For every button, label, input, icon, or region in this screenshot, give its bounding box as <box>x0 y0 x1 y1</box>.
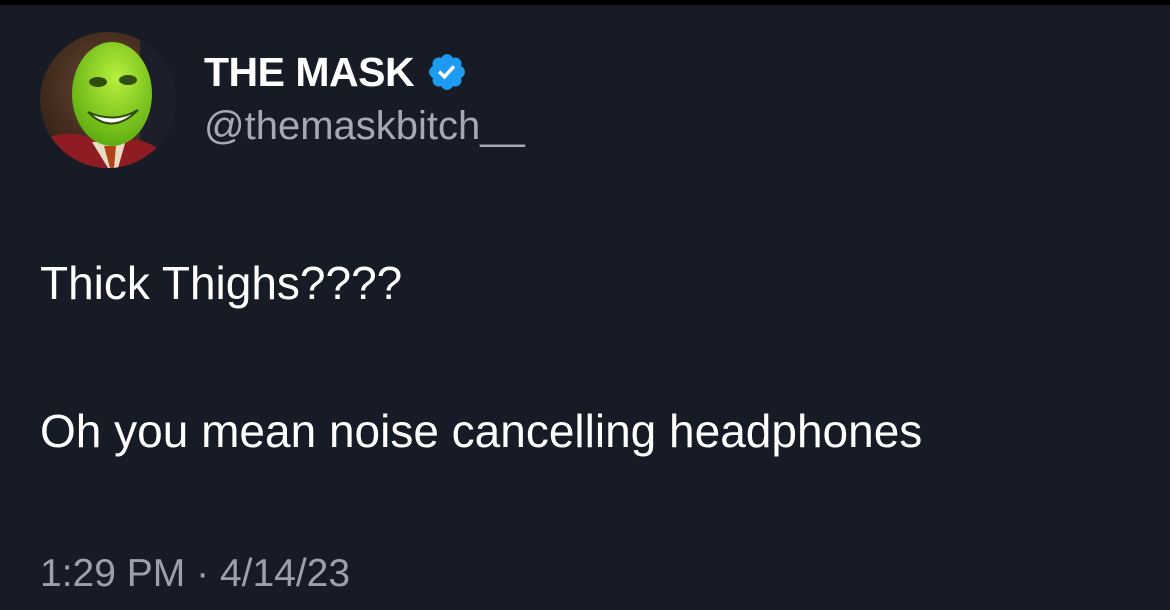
tweet-timestamp[interactable]: 1:29 PM · 4/14/23 <box>40 552 350 596</box>
tweet-date: 4/14/23 <box>219 552 351 595</box>
timestamp-separator: · <box>196 552 210 595</box>
verified-badge-icon <box>426 51 468 93</box>
tweet-text-line-2: Oh you mean noise cancelling headphones <box>40 405 923 457</box>
profile-avatar[interactable] <box>40 32 176 168</box>
tweet-text-line-1: Thick Thighs???? <box>40 257 403 309</box>
author-name-row: THE MASK <box>204 48 468 96</box>
tweet-time: 1:29 PM <box>40 552 186 595</box>
tweet-card: THE MASK @themaskbitch__ Thick Thighs???… <box>0 0 1170 610</box>
author-display-name[interactable]: THE MASK <box>204 49 415 96</box>
avatar-image <box>40 32 176 168</box>
author-handle[interactable]: @themaskbitch__ <box>204 104 525 149</box>
